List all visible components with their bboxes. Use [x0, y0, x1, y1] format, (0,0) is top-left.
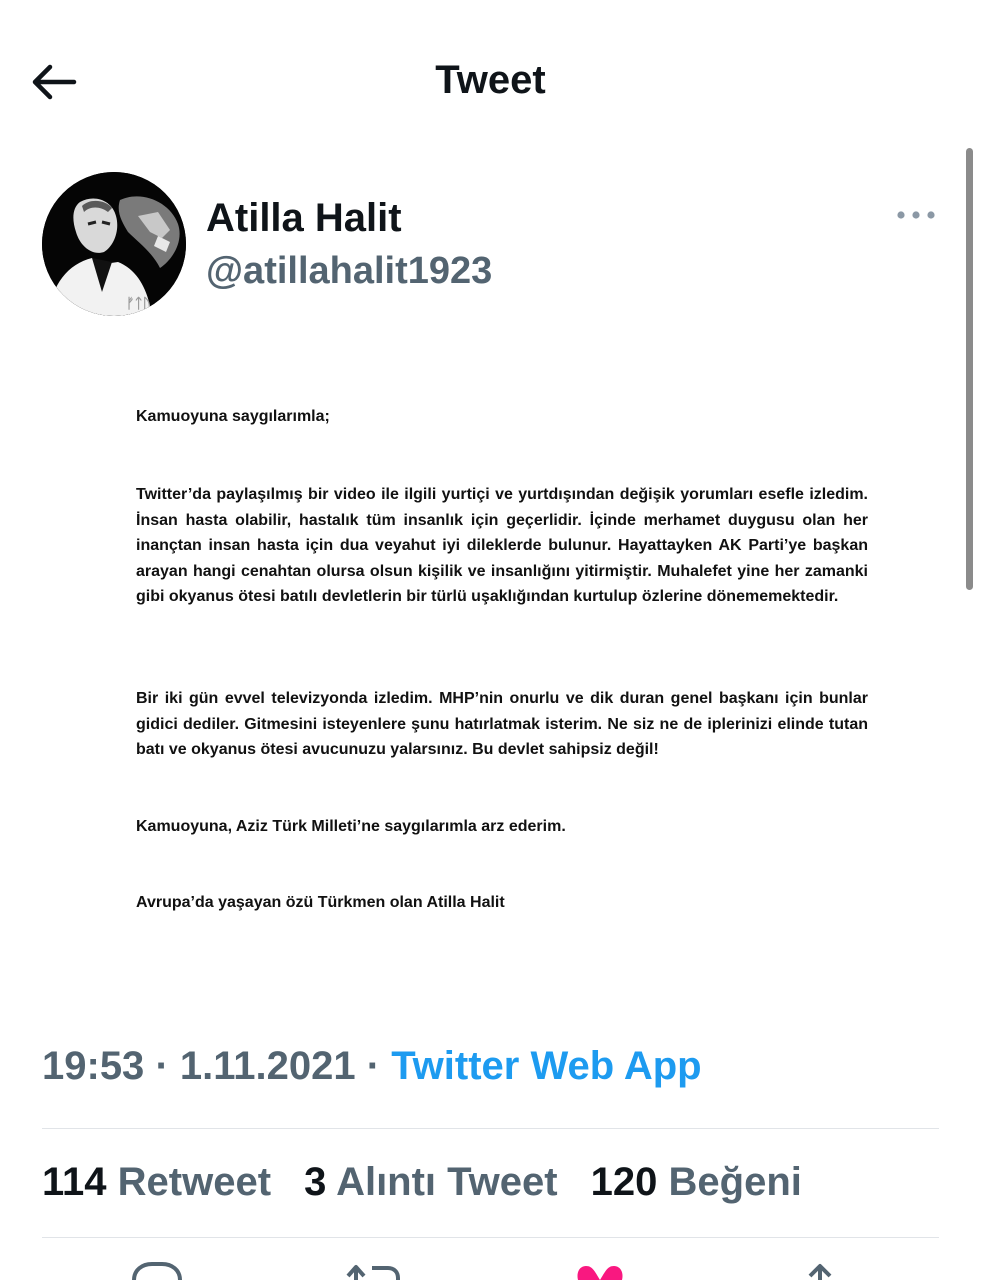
document-closing: Kamuoyuna, Aziz Türk Milleti’ne saygılar… — [136, 818, 566, 835]
document-paragraph-1: Twitter’da paylaşılmış bir video ile ilg… — [136, 486, 868, 605]
tweet-action-bar — [0, 1262, 981, 1281]
tweet-stats: 114 Retweet 3 Alıntı Tweet 120 Beğeni — [42, 1160, 824, 1205]
like-icon — [577, 1266, 623, 1280]
top-bar: Tweet — [0, 0, 981, 165]
retweet-button[interactable] — [344, 1262, 404, 1280]
share-icon — [808, 1264, 832, 1280]
quote-count-value: 3 — [304, 1160, 327, 1204]
retweet-count-value: 114 — [42, 1160, 107, 1204]
tweet-date[interactable]: 1.11.2021 — [180, 1044, 356, 1088]
author-name[interactable]: Atilla Halit — [206, 196, 402, 241]
document-paragraph-2: Bir iki gün evvel televizyonda izledim. … — [136, 690, 868, 758]
meta-separator: · — [155, 1044, 169, 1088]
retweet-count[interactable]: 114 Retweet — [42, 1160, 271, 1204]
document-salutation: Kamuoyuna saygılarımla; — [136, 408, 330, 425]
quote-count[interactable]: 3 Alıntı Tweet — [304, 1160, 557, 1204]
avatar[interactable]: ᚠᛏᚢ — [42, 172, 186, 316]
divider — [42, 1128, 939, 1129]
like-count-value: 120 — [590, 1160, 658, 1204]
author-handle[interactable]: @atillahalit1923 — [206, 250, 492, 293]
like-count[interactable]: 120 Beğeni — [591, 1160, 802, 1204]
scrollbar[interactable] — [966, 148, 973, 590]
tweet-time[interactable]: 19:53 — [42, 1044, 144, 1088]
retweet-count-label: Retweet — [117, 1160, 272, 1204]
reply-icon — [132, 1262, 182, 1281]
quote-count-label: Alıntı Tweet — [336, 1160, 558, 1204]
document-signature: Avrupa’da yaşayan özü Türkmen olan Atill… — [136, 894, 505, 911]
more-horizontal-icon — [897, 211, 935, 219]
reply-button[interactable] — [128, 1262, 188, 1281]
tweet-metadata: 19:53 · 1.11.2021 · Twitter Web App — [42, 1044, 702, 1089]
retweet-icon — [346, 1265, 400, 1280]
tweet-source-link[interactable]: Twitter Web App — [391, 1044, 701, 1088]
page-title: Tweet — [435, 58, 546, 102]
meta-separator: · — [366, 1044, 381, 1088]
svg-text:ᚠᛏᚢ: ᚠᛏᚢ — [126, 295, 151, 311]
share-button[interactable] — [790, 1262, 850, 1280]
like-button[interactable] — [570, 1262, 630, 1280]
avatar-image: ᚠᛏᚢ — [42, 172, 186, 316]
like-count-label: Beğeni — [668, 1160, 802, 1204]
divider — [42, 1237, 939, 1238]
more-options-button[interactable] — [893, 200, 939, 230]
